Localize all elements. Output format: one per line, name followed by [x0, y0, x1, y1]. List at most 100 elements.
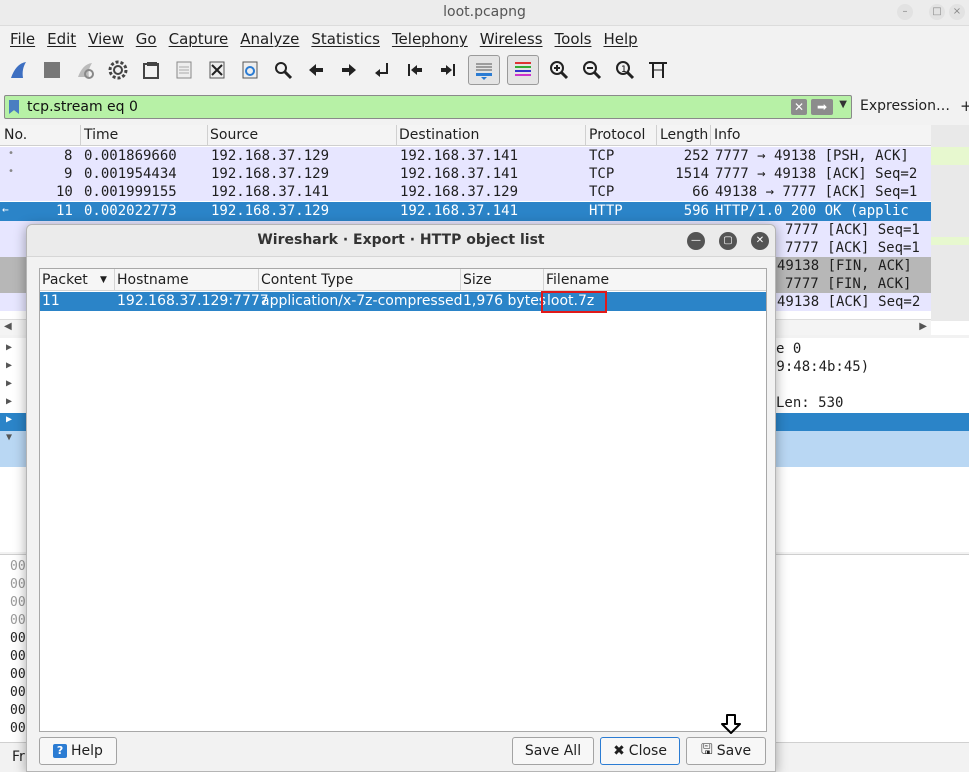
col-filename[interactable]: Filename: [546, 272, 609, 288]
help-button[interactable]: ? Help: [39, 737, 117, 765]
packet-info: 49138 → 7777 [ACK] Seq=1: [715, 184, 918, 200]
apply-filter-icon[interactable]: ➡: [811, 99, 833, 115]
last-packet-icon[interactable]: [435, 57, 461, 83]
dialog-title: Wireshark · Export · HTTP object list: [257, 232, 545, 248]
detail-fragment: e 0: [776, 341, 802, 357]
clear-filter-icon[interactable]: ✕: [791, 99, 807, 115]
reload-icon[interactable]: [237, 57, 263, 83]
http-object-table[interactable]: Packet ▼ Hostname Content Type Size File…: [39, 268, 767, 732]
save-all-label: Save All: [524, 743, 582, 759]
menu-capture[interactable]: Capture: [163, 30, 235, 48]
zoom-in-icon[interactable]: [546, 57, 572, 83]
close-file-icon[interactable]: [204, 57, 230, 83]
menu-help[interactable]: Help: [597, 30, 643, 48]
maximize-button[interactable]: □: [929, 4, 945, 20]
dialog-minimize-icon[interactable]: —: [687, 232, 705, 250]
open-file-icon[interactable]: [138, 57, 164, 83]
byte-offset: 00: [10, 685, 26, 700]
menu-telephony[interactable]: Telephony: [386, 30, 474, 48]
packet-row[interactable]: • 8 0.001869660 192.168.37.129 192.168.3…: [0, 147, 931, 165]
packet-info: 7777 [ACK] Seq=1: [785, 222, 920, 238]
table-header: Packet ▼ Hostname Content Type Size File…: [40, 269, 766, 291]
display-filter-input[interactable]: tcp.stream eq 0 ✕ ➡ ▼: [4, 95, 852, 119]
zoom-out-icon[interactable]: [579, 57, 605, 83]
window-title: loot.pcapng: [443, 4, 526, 20]
packet-minimap[interactable]: [931, 125, 969, 321]
menu-wireless[interactable]: Wireless: [474, 30, 549, 48]
restart-icon[interactable]: [72, 57, 98, 83]
col-length[interactable]: Length: [660, 127, 708, 143]
byte-offset: 00: [10, 631, 26, 646]
menu-go[interactable]: Go: [130, 30, 163, 48]
find-icon[interactable]: [270, 57, 296, 83]
menu-tools[interactable]: Tools: [549, 30, 598, 48]
packet-protocol: TCP: [589, 148, 615, 164]
add-filter-button[interactable]: +: [960, 97, 969, 115]
table-row[interactable]: 11 192.168.37.129:7777 application/x-7z-…: [40, 291, 766, 313]
colorize-icon[interactable]: [507, 55, 539, 85]
filter-text[interactable]: tcp.stream eq 0: [27, 99, 138, 115]
expression-button[interactable]: Expression…: [860, 98, 950, 114]
packet-length: 596: [683, 203, 709, 219]
packet-info: 49138 [FIN, ACK]: [777, 258, 912, 274]
resize-columns-icon[interactable]: [645, 57, 671, 83]
save-all-button[interactable]: Save All: [512, 737, 594, 765]
save-file-icon[interactable]: [171, 57, 197, 83]
main-toolbar: 1: [0, 52, 969, 88]
options-gear-icon[interactable]: [105, 57, 131, 83]
window-titlebar: loot.pcapng – □ ×: [0, 0, 969, 26]
col-no[interactable]: No.: [4, 127, 27, 143]
filter-history-dropdown-icon[interactable]: ▼: [839, 99, 847, 110]
col-protocol[interactable]: Protocol: [589, 127, 645, 143]
dialog-close-icon[interactable]: ✕: [751, 232, 769, 250]
packet-source: 192.168.37.129: [211, 166, 330, 182]
col-packet[interactable]: Packet: [42, 272, 88, 288]
packet-no: 11: [56, 203, 73, 219]
col-size[interactable]: Size: [463, 272, 492, 288]
packet-time: 0.002022773: [84, 203, 177, 219]
col-source[interactable]: Source: [210, 127, 258, 143]
shark-fin-icon[interactable]: [6, 57, 32, 83]
close-window-button[interactable]: ×: [949, 4, 965, 20]
sort-down-icon[interactable]: ▼: [100, 275, 107, 285]
packet-row-selected[interactable]: ← 11 0.002022773 192.168.37.129 192.168.…: [0, 202, 931, 221]
close-x-icon: ✖: [613, 743, 625, 759]
packet-row[interactable]: 10 0.001999155 192.168.37.141 192.168.37…: [0, 183, 931, 201]
menu-file[interactable]: File: [4, 30, 41, 48]
col-hostname[interactable]: Hostname: [117, 272, 189, 288]
packet-row[interactable]: • 9 0.001954434 192.168.37.129 192.168.3…: [0, 165, 931, 183]
col-time[interactable]: Time: [84, 127, 118, 143]
minimize-button[interactable]: –: [897, 4, 913, 20]
packet-no: 8: [64, 148, 73, 164]
packet-no: 10: [56, 184, 73, 200]
col-content-type[interactable]: Content Type: [261, 272, 353, 288]
go-forward-icon[interactable]: [336, 57, 362, 83]
menu-analyze[interactable]: Analyze: [234, 30, 305, 48]
display-filter-bar: tcp.stream eq 0 ✕ ➡ ▼ Expression… +: [0, 94, 969, 120]
save-button[interactable]: 🖫 Save: [686, 737, 766, 765]
zoom-reset-icon[interactable]: 1: [612, 57, 638, 83]
packet-time: 0.001999155: [84, 184, 177, 200]
packet-length: 66: [692, 184, 709, 200]
export-http-object-dialog: Wireshark · Export · HTTP object list — …: [26, 224, 776, 772]
dialog-maximize-icon[interactable]: ▢: [719, 232, 737, 250]
bookmark-icon[interactable]: [9, 100, 19, 114]
save-label: Save: [716, 743, 752, 759]
stop-icon[interactable]: [39, 57, 65, 83]
packet-no: 9: [64, 166, 73, 182]
cell-packet: 11: [42, 293, 60, 309]
menu-edit[interactable]: Edit: [41, 30, 82, 48]
filename-highlight-box: [541, 291, 607, 313]
byte-offset: 00: [10, 703, 26, 718]
col-destination[interactable]: Destination: [399, 127, 479, 143]
go-back-icon[interactable]: [303, 57, 329, 83]
close-button[interactable]: ✖ Close: [600, 737, 680, 765]
first-packet-icon[interactable]: [402, 57, 428, 83]
menu-statistics[interactable]: Statistics: [305, 30, 386, 48]
autoscroll-icon[interactable]: [468, 55, 500, 85]
col-info[interactable]: Info: [714, 127, 741, 143]
detail-fragment: 29:48:4b:45): [768, 359, 870, 375]
svg-text:1: 1: [621, 65, 627, 75]
menu-view[interactable]: View: [82, 30, 130, 48]
go-to-packet-icon[interactable]: [369, 57, 395, 83]
